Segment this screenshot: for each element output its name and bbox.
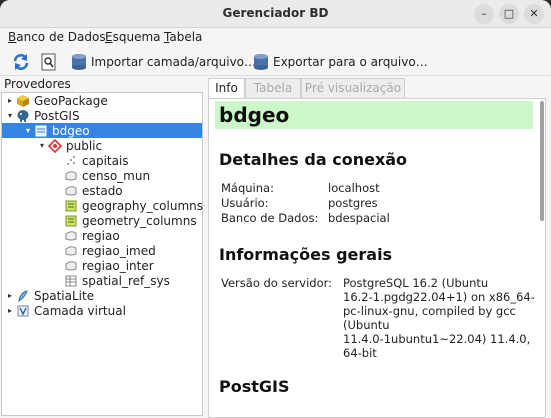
- database-label: Banco de Dados:: [221, 211, 319, 225]
- polygon-layer-icon: [65, 245, 77, 255]
- polygon-layer-icon: [65, 170, 77, 180]
- server-version-line: (Ubuntu: [343, 318, 390, 332]
- tree-item-geopackage[interactable]: ▸ GeoPackage: [4, 93, 108, 108]
- collapse-arrow-icon[interactable]: ▾: [22, 126, 34, 135]
- scrollbar[interactable]: [540, 101, 544, 221]
- tree-item-censo-mun[interactable]: censo_mun: [64, 168, 150, 183]
- menu-tabela[interactable]: Tabela: [164, 30, 202, 44]
- import-layer-label: Importar camada/arquivo…: [91, 55, 257, 69]
- tree-item-bdgeo[interactable]: ▾ bdgeo: [2, 123, 202, 138]
- server-version-line: 64-bit: [343, 346, 377, 360]
- virtual-layer-icon: [17, 305, 29, 316]
- server-version-line: pc-linux-gnu, compiled by gcc: [343, 304, 516, 318]
- server-version-line: PostgreSQL 16.2 (Ubuntu: [343, 276, 489, 290]
- database-title: bdgeo: [215, 101, 533, 129]
- info-content: bdgeo Detalhes da conexão Máquina: local…: [208, 98, 546, 418]
- server-version-line: 16.2-1.pgdg22.04+1) on x86_64-: [343, 290, 535, 304]
- tree-item-geography-columns[interactable]: geography_columns: [64, 198, 203, 213]
- tree-item-regiao-inter[interactable]: regiao_inter: [64, 258, 154, 273]
- db-manager-window: Gerenciador BD – □ ✕ Banco de Dados Esqu…: [0, 0, 551, 418]
- toolbar: Importar camada/arquivo… Exportar para o…: [0, 48, 551, 76]
- spatialite-feather-icon: [18, 289, 28, 302]
- geopackage-icon: [17, 94, 29, 107]
- database-export-icon: [254, 54, 268, 70]
- postgis-heading: PostGIS: [219, 377, 290, 396]
- sql-window-button[interactable]: [40, 51, 61, 73]
- tree-item-spatialite[interactable]: ▸ SpatiaLite: [4, 288, 94, 303]
- database-value: bdespacial: [328, 211, 390, 225]
- export-file-button[interactable]: Exportar para o arquivo…: [252, 51, 428, 73]
- view-icon: [65, 200, 77, 211]
- tab-tabela[interactable]: Tabela: [245, 78, 301, 98]
- menu-esquema[interactable]: Esquema: [105, 30, 161, 44]
- tab-pre-visualizacao[interactable]: Pré visualização: [301, 78, 405, 98]
- expand-arrow-icon[interactable]: ▸: [4, 96, 16, 105]
- close-button[interactable]: ✕: [524, 4, 544, 24]
- tab-info[interactable]: Info: [208, 78, 245, 99]
- polygon-layer-icon: [65, 260, 77, 270]
- sql-window-icon: [41, 53, 56, 71]
- view-icon: [65, 215, 77, 226]
- details-panel: Info Tabela Pré visualização bdgeo Detal…: [207, 78, 547, 418]
- server-version-label: Versão do servidor:: [221, 276, 333, 290]
- polygon-layer-icon: [65, 185, 77, 195]
- minimize-button[interactable]: –: [474, 4, 494, 24]
- refresh-button[interactable]: [12, 51, 33, 73]
- host-value: localhost: [328, 181, 380, 195]
- expand-arrow-icon[interactable]: ▸: [4, 306, 16, 315]
- providers-panel: Provedores ▸ GeoPackage ▾ PostGIS ▾ bdge…: [0, 76, 204, 418]
- import-layer-button[interactable]: Importar camada/arquivo…: [70, 51, 256, 73]
- collapse-arrow-icon[interactable]: ▾: [36, 141, 48, 150]
- general-info-heading: Informações gerais: [219, 245, 393, 264]
- collapse-arrow-icon[interactable]: ▾: [4, 111, 16, 120]
- connection-heading: Detalhes da conexão: [219, 150, 408, 169]
- schema-icon: [48, 138, 62, 153]
- refresh-icon: [13, 54, 29, 70]
- database-icon: [35, 125, 47, 136]
- maximize-button[interactable]: □: [499, 4, 519, 24]
- providers-header: Provedores: [4, 77, 71, 91]
- window-title: Gerenciador BD: [222, 6, 329, 20]
- host-label: Máquina:: [221, 181, 274, 195]
- export-file-label: Exportar para o arquivo…: [273, 55, 428, 69]
- database-import-icon: [72, 54, 86, 70]
- tree-item-public[interactable]: ▾ public: [36, 138, 102, 153]
- tree-item-camada-virtual[interactable]: ▸ Camada virtual: [4, 303, 126, 318]
- title-bar: Gerenciador BD – □ ✕: [0, 0, 551, 28]
- server-version-line: 11.4.0-1ubuntu1~22.04) 11.4.0,: [343, 332, 531, 346]
- tree-item-postgis[interactable]: ▾ PostGIS: [4, 108, 80, 123]
- user-value: postgres: [328, 196, 378, 210]
- expand-arrow-icon[interactable]: ▸: [4, 291, 16, 300]
- tree-item-estado[interactable]: estado: [64, 183, 123, 198]
- polygon-layer-icon: [65, 230, 77, 240]
- menu-bar: Banco de Dados Esquema Tabela: [0, 28, 551, 48]
- tree-item-regiao-imed[interactable]: regiao_imed: [64, 243, 156, 258]
- point-layer-icon: [67, 155, 75, 165]
- tree-item-capitais[interactable]: capitais: [64, 153, 129, 168]
- tree-item-regiao[interactable]: regiao: [64, 228, 120, 243]
- menu-banco-de-dados[interactable]: Banco de Dados: [8, 30, 106, 44]
- tree-item-spatial-ref-sys[interactable]: spatial_ref_sys: [64, 273, 170, 288]
- providers-tree[interactable]: ▸ GeoPackage ▾ PostGIS ▾ bdgeo ▾ public: [1, 92, 203, 416]
- user-label: Usuário:: [221, 196, 269, 210]
- tree-item-geometry-columns[interactable]: geometry_columns: [64, 213, 197, 228]
- grid-table-icon: [65, 275, 77, 286]
- postgis-elephant-icon: [17, 109, 29, 122]
